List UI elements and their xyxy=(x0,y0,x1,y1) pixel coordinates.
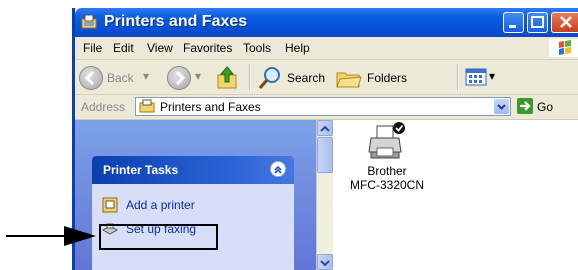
up-folder-icon xyxy=(217,66,237,89)
address-field[interactable]: Printers and Faxes xyxy=(135,97,511,116)
address-value: Printers and Faxes xyxy=(160,100,261,114)
vertical-scrollbar[interactable] xyxy=(316,120,333,270)
printer-tasks-panel: Printer Tasks Add a printer Set up faxin… xyxy=(92,156,294,270)
forward-dropdown-icon: ▾ xyxy=(195,69,202,83)
add-printer-icon xyxy=(102,197,118,213)
maximize-button[interactable] xyxy=(527,12,548,33)
address-label: Address xyxy=(81,100,126,114)
up-folder-button[interactable] xyxy=(213,63,243,91)
printers-folder-icon xyxy=(81,14,97,29)
folders-label: Folders xyxy=(367,71,408,85)
scroll-up-button[interactable] xyxy=(317,120,333,136)
chevron-up-icon xyxy=(320,125,330,132)
windows-logo-icon xyxy=(549,39,578,57)
title-bar[interactable]: Printers and Faxes xyxy=(75,8,578,37)
annotation-highlight-box xyxy=(99,224,218,250)
collapse-button[interactable] xyxy=(270,161,286,177)
toolbar-separator xyxy=(249,64,251,90)
forward-button[interactable]: ▾ xyxy=(167,63,211,91)
address-dropdown-button[interactable] xyxy=(494,99,509,114)
views-icon xyxy=(465,68,487,86)
menu-favorites[interactable]: Favorites xyxy=(183,41,232,55)
close-icon xyxy=(560,16,572,28)
menu-help[interactable]: Help xyxy=(285,41,310,55)
maximize-icon xyxy=(531,16,544,28)
close-button[interactable] xyxy=(551,12,578,33)
back-arrow-icon xyxy=(79,66,103,90)
printer-item[interactable]: Brother MFC-3320CN xyxy=(337,122,437,192)
printer-name-line1: Brother xyxy=(367,164,407,178)
menu-edit[interactable]: Edit xyxy=(113,41,134,55)
printer-tasks-header[interactable]: Printer Tasks xyxy=(92,156,294,184)
menu-view[interactable]: View xyxy=(147,41,173,55)
menu-file[interactable]: File xyxy=(83,41,102,55)
menu-bar: File Edit View Favorites Tools Help xyxy=(75,37,578,60)
search-icon xyxy=(258,67,280,89)
go-label[interactable]: Go xyxy=(537,100,553,114)
back-button[interactable]: Back ▾ xyxy=(79,63,157,91)
scroll-down-button[interactable] xyxy=(317,254,333,270)
forward-arrow-icon xyxy=(167,66,191,90)
views-button[interactable]: ▾ xyxy=(463,63,499,91)
annotation-arrow-icon xyxy=(6,226,96,246)
go-arrow-icon xyxy=(520,101,531,111)
chevron-down-icon xyxy=(320,260,330,267)
back-label: Back xyxy=(107,71,134,85)
back-dropdown-icon: ▾ xyxy=(143,69,150,83)
printer-icon xyxy=(368,122,405,159)
folders-icon xyxy=(336,72,362,88)
window-title: Printers and Faxes xyxy=(104,13,248,30)
task-add-printer[interactable]: Add a printer xyxy=(102,196,282,214)
printers-folder-icon xyxy=(139,99,155,113)
address-bar: Address Printers and Faxes Go xyxy=(75,95,578,120)
standard-toolbar: Back ▾ ▾ Search Folders ▾ xyxy=(75,60,578,95)
minimize-icon xyxy=(509,25,516,28)
chevron-down-icon xyxy=(497,104,506,110)
go-button[interactable] xyxy=(517,98,533,114)
folders-button[interactable]: Folders xyxy=(333,63,413,91)
printer-tasks-title: Printer Tasks xyxy=(103,163,179,177)
printer-name-line2: MFC-3320CN xyxy=(349,178,424,192)
menu-tools[interactable]: Tools xyxy=(243,41,271,55)
views-dropdown-icon: ▾ xyxy=(489,69,496,83)
search-label: Search xyxy=(287,71,326,85)
scroll-thumb[interactable] xyxy=(317,137,333,173)
toolbar-separator xyxy=(457,64,459,90)
task-label: Add a printer xyxy=(126,198,195,212)
chevron-up-double-icon xyxy=(274,165,282,174)
search-button[interactable]: Search xyxy=(255,63,329,91)
minimize-button[interactable] xyxy=(503,12,524,33)
